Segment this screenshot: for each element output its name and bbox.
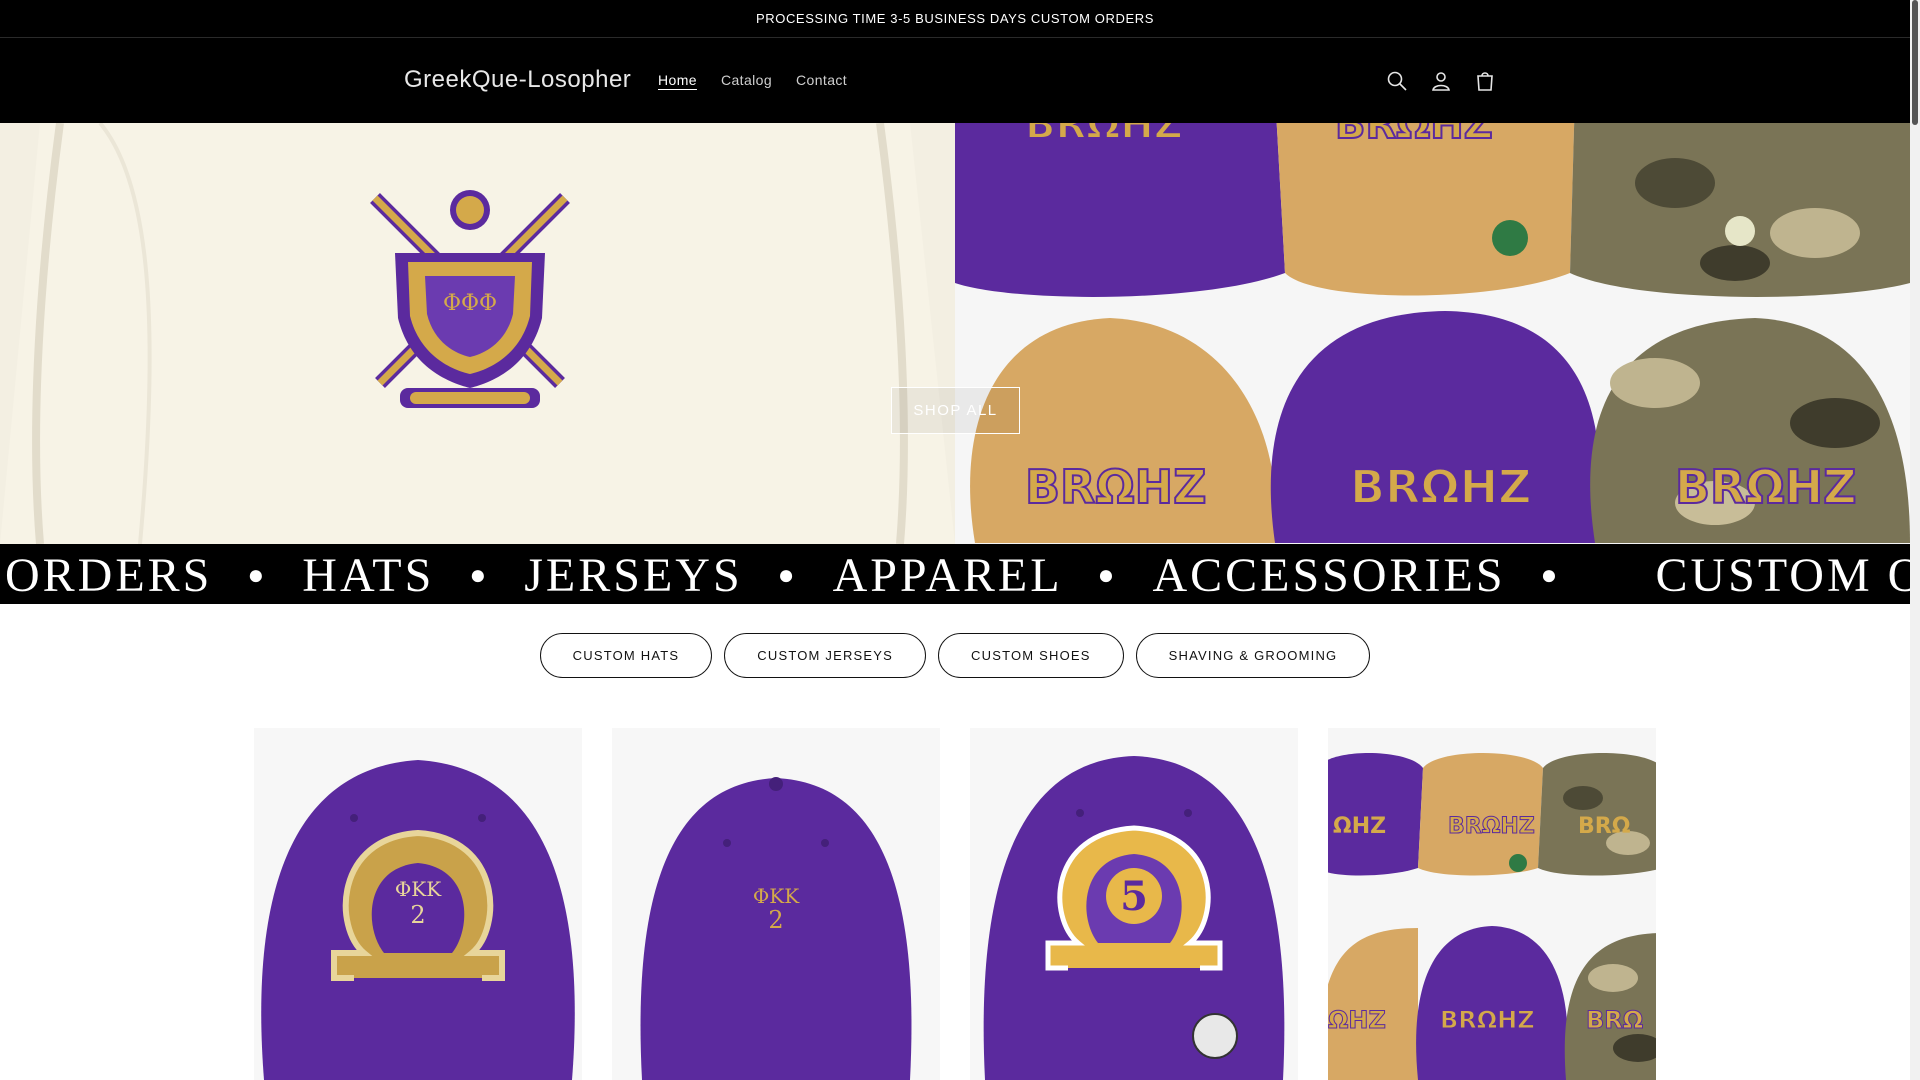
- marquee-item: CUSTOM ORDE: [1655, 549, 1910, 602]
- product-card-hat-collection[interactable]: ΩHZ BRΩHZ BRΩ ΩHZ BRΩHZ BRΩ: [1328, 728, 1656, 1080]
- svg-text:BRΩHZ: BRΩHZ: [1440, 1006, 1535, 1034]
- marquee-separator: ●: [777, 559, 798, 591]
- product-card-omega-5-hat[interactable]: 5: [970, 728, 1298, 1080]
- search-icon[interactable]: [1380, 64, 1414, 98]
- scrollbar-thumb[interactable]: [1912, 0, 1918, 125]
- nav-home[interactable]: Home: [646, 72, 709, 88]
- marquee-item: ACCESSORIES: [1152, 549, 1506, 602]
- svg-text:BRΩHZ: BRΩHZ: [1448, 814, 1535, 839]
- marquee-separator: ●: [1097, 559, 1118, 591]
- svg-text:BRΩHZ: BRΩHZ: [1025, 460, 1206, 514]
- marquee-item: ORDERS: [5, 549, 213, 602]
- announcement-bar: PROCESSING TIME 3-5 BUSINESS DAYS CUSTOM…: [0, 0, 1910, 38]
- marquee-item: APPAREL: [832, 549, 1063, 602]
- hat-embroidery-letters: ΦKK: [395, 877, 442, 901]
- product-card-plain-purple-hat[interactable]: ΦKK 2: [612, 728, 940, 1080]
- hat-embroidery-number: 2: [410, 901, 425, 929]
- site-header: GreekQue-Losopher Home Catalog Contact: [0, 38, 1910, 123]
- svg-text:BRΩ: BRΩ: [1586, 1006, 1643, 1034]
- svg-text:ΩHZ: ΩHZ: [1333, 814, 1386, 839]
- site-logo[interactable]: GreekQue-Losopher: [404, 66, 631, 94]
- marquee-separator: ●: [247, 559, 268, 591]
- marquee-item: HATS: [302, 549, 435, 602]
- svg-text:BRΩHZ: BRΩHZ: [1025, 123, 1183, 148]
- header-icons: [1380, 64, 1502, 98]
- svg-text:BRΩHZ: BRΩHZ: [1350, 460, 1531, 514]
- main-nav: Home Catalog Contact: [646, 72, 859, 88]
- hero-banner: ΦΦΦ BRΩHZ BRΩHZ BRΩHZ BRΩHZ BRΩHZ SHOP A…: [0, 123, 1910, 544]
- svg-text:ΩHZ: ΩHZ: [1328, 1006, 1386, 1034]
- collection-pills: CUSTOM HATS CUSTOM JERSEYS CUSTOM SHOES …: [0, 633, 1910, 678]
- cart-icon[interactable]: [1468, 64, 1502, 98]
- pill-custom-hats[interactable]: CUSTOM HATS: [539, 633, 713, 678]
- announcement-text: PROCESSING TIME 3-5 BUSINESS DAYS CUSTOM…: [755, 11, 1155, 26]
- hero-hats-image: BRΩHZ BRΩHZ BRΩHZ BRΩHZ BRΩHZ: [955, 123, 1910, 544]
- hero-sweatshirt-image: ΦΦΦ: [0, 123, 955, 544]
- account-icon[interactable]: [1424, 64, 1458, 98]
- hat-embroidery-number: 5: [1120, 873, 1148, 920]
- svg-text:BRΩHZ: BRΩHZ: [1675, 460, 1856, 514]
- pill-custom-jerseys[interactable]: CUSTOM JERSEYS: [724, 633, 927, 678]
- marquee-separator: ●: [1540, 559, 1561, 591]
- pill-shaving-grooming[interactable]: SHAVING & GROOMING: [1135, 633, 1371, 678]
- page-scrollbar[interactable]: [1910, 0, 1920, 1080]
- hat-embroidery-number: 2: [768, 906, 783, 934]
- svg-text:BRΩ: BRΩ: [1578, 814, 1631, 839]
- marquee-item: JERSEYS: [524, 549, 743, 602]
- shop-all-button[interactable]: SHOP ALL: [891, 387, 1020, 434]
- svg-text:ΦΦΦ: ΦΦΦ: [443, 291, 497, 316]
- marquee-track: ORDERS ● HATS ● JERSEYS ● APPAREL ● ACCESSORIES ●…: [5, 548, 1910, 603]
- hat-embroidery-letters: ΦKK: [753, 884, 800, 908]
- pill-custom-shoes[interactable]: CUSTOM SHOES: [938, 633, 1124, 678]
- nav-contact[interactable]: Contact: [784, 72, 859, 88]
- product-card-omega-glitter-hat[interactable]: ΦKK 2: [254, 728, 582, 1080]
- svg-text:BRΩHZ: BRΩHZ: [1335, 123, 1493, 148]
- nav-catalog[interactable]: Catalog: [709, 72, 784, 88]
- product-grid: ΦKK 2 ΦKK 2 5 ΩHZ BRΩHZ BRΩ ΩHZ BRΩHZ BR…: [254, 728, 1656, 1080]
- marquee-separator: ●: [469, 559, 490, 591]
- category-marquee: ORDERS ● HATS ● JERSEYS ● APPAREL ● ACCESSORIES ●…: [0, 544, 1910, 604]
